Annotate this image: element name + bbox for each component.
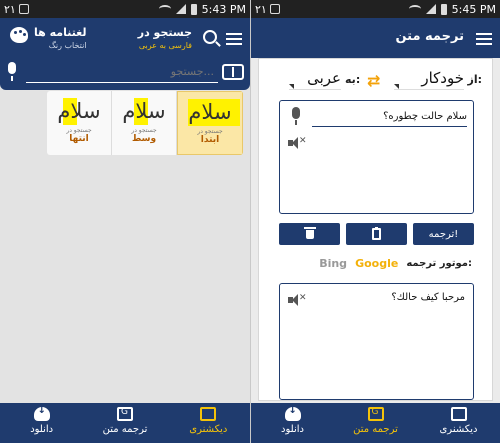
translate-screen: ۲۱ 5:45 PM ترجمه متن از: خودکار ⇄ به: عر…	[251, 0, 500, 443]
search-mode-selector: سلام جستجو در انتها سلام جستجو در وسط سل…	[47, 91, 243, 155]
mode-search-middle[interactable]: سلام جستجو در وسط	[112, 91, 177, 155]
result-text-box: مرحبا كيف حالك؟ ✕	[279, 283, 474, 400]
status-bar: ۲۱ 5:45 PM	[251, 0, 500, 18]
wifi-icon	[408, 5, 421, 13]
notification-icon	[269, 4, 280, 14]
mode-word: سلام	[57, 99, 101, 123]
nav-dictionary[interactable]: دیکشنری	[167, 403, 250, 443]
search-direction: فارسی به عربی	[138, 41, 192, 50]
microphone-icon[interactable]	[6, 62, 18, 82]
signal-count: ۲۱	[255, 2, 267, 16]
language-row: از: خودکار ⇄ به: عربی	[259, 67, 492, 93]
mode-search-start[interactable]: سلام جستجو در ابتدا	[177, 91, 243, 155]
mode-label: انتها	[69, 134, 89, 144]
search-input[interactable]	[26, 61, 218, 83]
cloud-download-icon	[33, 405, 50, 421]
dropdown-arrow-icon	[394, 84, 399, 89]
translate-button[interactable]: ترجمه!	[413, 223, 474, 245]
nav-download[interactable]: دانلود	[0, 403, 83, 443]
speaker-muted-icon[interactable]: ✕	[288, 293, 307, 306]
paste-button[interactable]	[346, 223, 407, 245]
speaker-muted-icon[interactable]: ✕	[288, 136, 307, 149]
trash-icon	[303, 226, 316, 239]
mode-label: وسط	[131, 134, 157, 144]
clipboard-icon	[372, 227, 381, 240]
action-buttons: ترجمه!	[279, 223, 474, 245]
cell-signal-icon	[175, 4, 186, 14]
dictionaries-title: لغتنامه ها	[34, 26, 87, 39]
source-language-select[interactable]: خودکار	[394, 69, 464, 90]
clear-button[interactable]	[279, 223, 340, 245]
signal-count: ۲۱	[4, 2, 16, 16]
mode-caption: جستجو در	[131, 127, 157, 134]
mode-label: ابتدا	[200, 135, 220, 145]
notification-icon	[18, 4, 29, 14]
bottom-nav: دانلود ترجمه متن دیکشنری	[0, 403, 250, 443]
keyboard-toggle-icon[interactable]	[222, 64, 244, 80]
swap-languages-icon[interactable]: ⇄	[367, 71, 380, 90]
source-text[interactable]: سلام حالت چطوره؟	[312, 111, 467, 127]
choose-color-label: انتخاب رنگ	[48, 41, 87, 50]
translate-icon	[367, 407, 384, 421]
status-bar: ۲۱ 5:43 PM	[0, 0, 250, 18]
mode-search-end[interactable]: سلام جستجو در انتها	[47, 91, 112, 155]
battery-icon	[190, 3, 197, 15]
engine-label: موتور ترجمه:	[406, 258, 472, 269]
mode-caption: جستجو در	[197, 128, 223, 135]
translate-icon	[116, 407, 133, 421]
search-row	[6, 60, 244, 84]
engine-bing[interactable]: Bing	[319, 257, 347, 270]
nav-dictionary[interactable]: دیکشنری	[417, 403, 500, 443]
menu-icon[interactable]	[476, 30, 492, 48]
menu-icon[interactable]	[226, 30, 242, 48]
from-label: از:	[467, 73, 482, 86]
search-in-title: جستجو در	[137, 26, 192, 39]
translate-card: از: خودکار ⇄ به: عربی سلام حالت چطوره؟ ✕…	[258, 58, 493, 401]
cloud-download-icon	[284, 405, 301, 421]
search-in-selector[interactable]: جستجو در فارسی به عربی	[138, 26, 192, 50]
nav-translate[interactable]: ترجمه متن	[334, 403, 417, 443]
target-language-select[interactable]: عربی	[289, 69, 341, 90]
dictionary-icon	[450, 407, 467, 421]
clock: 5:45 PM	[451, 2, 496, 16]
source-text-box[interactable]: سلام حالت چطوره؟ ✕	[279, 100, 474, 214]
nav-translate[interactable]: ترجمه متن	[83, 403, 166, 443]
cell-signal-icon	[425, 4, 436, 14]
dictionaries-button[interactable]: لغتنامه ها انتخاب رنگ	[34, 26, 87, 50]
palette-icon[interactable]	[10, 27, 28, 43]
mode-word: سلام	[188, 100, 232, 124]
mode-word: سلام	[122, 99, 166, 123]
nav-download[interactable]: دانلود	[251, 403, 334, 443]
dropdown-arrow-icon	[289, 84, 294, 89]
search-icon[interactable]	[203, 30, 217, 44]
mode-caption: جستجو در	[66, 127, 92, 134]
translation-engine: Bing Google موتور ترجمه:	[319, 257, 472, 270]
to-label: به:	[345, 73, 361, 86]
clock: 5:43 PM	[201, 2, 246, 16]
translate-header: ترجمه متن	[251, 18, 500, 58]
dictionary-screen: ۲۱ 5:43 PM جستجو در فارسی به عربی لغتنام…	[0, 0, 250, 443]
wifi-icon	[158, 5, 171, 13]
engine-google[interactable]: Google	[355, 257, 398, 270]
microphone-icon[interactable]	[290, 107, 302, 127]
bottom-nav: دانلود ترجمه متن دیکشنری	[251, 403, 500, 443]
battery-icon	[440, 3, 447, 15]
page-title: ترجمه متن	[395, 29, 464, 44]
result-text: مرحبا كيف حالك؟	[391, 292, 465, 303]
dictionary-header: جستجو در فارسی به عربی لغتنامه ها انتخاب…	[0, 18, 250, 90]
dictionary-icon	[200, 407, 217, 421]
